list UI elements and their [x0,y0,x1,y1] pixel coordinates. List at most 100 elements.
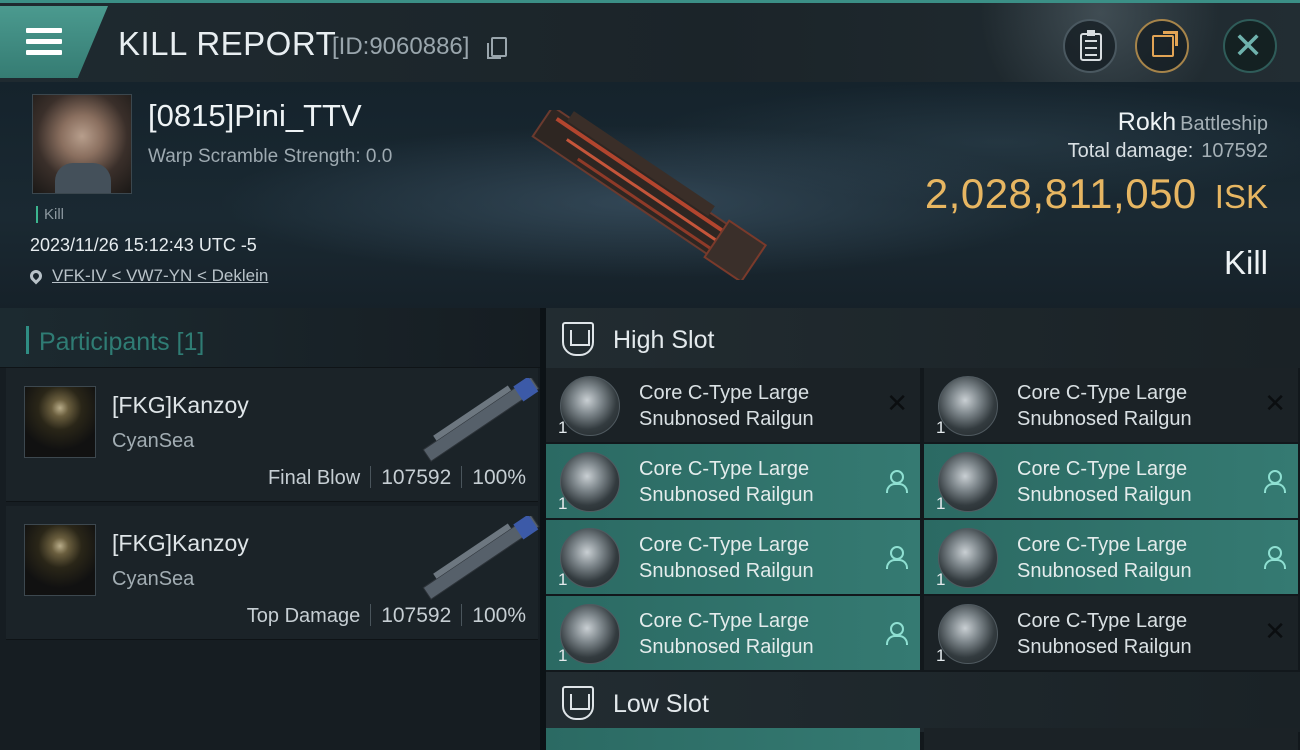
module-name-line1: Core C-Type Large [639,534,810,556]
module-name: Core C-Type Large Snubnosed Railgun [639,532,879,584]
participant-row[interactable]: [FKG]Kanzoy CyanSea Top Damage 107592 100% [6,506,540,640]
high-slot-module[interactable]: 1 Core C-Type Large Snubnosed Railgun [924,520,1298,594]
menu-icon [26,28,62,56]
ship-class: Battleship [1180,113,1268,135]
total-damage: Total damage: 107592 [1068,140,1268,163]
result-label: Kill [1223,244,1268,281]
victim-portrait[interactable] [32,94,132,194]
share-icon [1152,31,1178,57]
module-name: Core C-Type Large Snubnosed Railgun [1017,456,1257,508]
victim-name[interactable]: [0815]Pini_TTV [148,98,362,134]
high-slot-header: High Slot [546,308,1300,368]
railgun-icon [938,604,998,664]
location-pin-icon [27,267,45,285]
railgun-icon [938,376,998,436]
module-quantity: 1 [936,646,946,665]
low-slot-title: Low Slot [613,690,709,718]
participant-role: Top Damage [246,605,361,627]
participant-ship-icon [422,516,540,600]
module-name-line2: Snubnosed Railgun [1017,408,1192,430]
location-link[interactable]: VFK-IV < VW7-YN < Deklein [52,266,268,285]
participant-role: Final Blow [267,467,361,489]
railgun-icon [560,452,620,512]
module-name-line1: Core C-Type Large [639,458,810,480]
participants-header: Participants [1] [0,308,540,368]
destroyed-x-icon: ✕ [1264,388,1286,418]
participants-title: Participants [1] [39,328,205,356]
module-name-line2: Snubnosed Railgun [639,560,814,582]
copy-icon[interactable] [487,37,507,59]
total-damage-label: Total damage: [1067,140,1194,162]
railgun-icon [560,376,620,436]
low-slot-header: Low Slot [546,672,1300,732]
kill-timestamp: 2023/11/26 15:12:43 UTC -5 [30,235,257,255]
high-slot-module[interactable]: 1 Core C-Type Large Snubnosed Railgun [924,444,1298,518]
ship-render [531,110,768,280]
high-slot-icon [562,322,594,356]
module-name: Core C-Type Large Snubnosed Railgun [639,456,879,508]
participant-stats: Top Damage 107592 100% [247,604,526,628]
ship-type[interactable]: Rokh Battleship [1118,108,1268,137]
module-name-line1: Core C-Type Large [1017,534,1188,556]
isk-loss: 2,028,811,050 ISK [925,170,1268,218]
high-slot-module[interactable]: 1 Core C-Type Large Snubnosed Railgun [546,520,920,594]
low-slot-module-partial[interactable] [546,728,920,750]
module-name-line2: Snubnosed Railgun [1017,560,1192,582]
module-name-line1: Core C-Type Large [639,382,810,404]
railgun-icon [560,604,620,664]
participant-portrait[interactable] [24,386,96,458]
module-quantity: 1 [558,418,568,437]
module-quantity: 1 [558,570,568,589]
module-name: Core C-Type Large Snubnosed Railgun [639,380,879,432]
participant-damage: 107592 [381,466,452,489]
participant-damage: 107592 [381,604,452,627]
high-slot-module[interactable]: 1 Core C-Type Large Snubnosed Railgun ✕ [546,368,920,442]
high-slot-module[interactable]: 1 Core C-Type Large Snubnosed Railgun ✕ [924,368,1298,442]
close-button[interactable]: ✕ [1223,19,1277,73]
report-id: [ID:9060886] [332,33,470,60]
module-quantity: 1 [936,570,946,589]
module-name-line1: Core C-Type Large [1017,610,1188,632]
high-slot-title: High Slot [613,326,715,354]
low-slot-module-partial[interactable] [924,728,1298,750]
participant-percent: 100% [472,466,526,489]
fitting-panel: High Slot 1 Core C-Type Large Snubnosed Ra… [546,308,1300,750]
clipboard-button[interactable] [1063,19,1117,73]
module-quantity: 1 [558,494,568,513]
close-icon: ✕ [1233,25,1264,66]
railgun-icon [938,528,998,588]
module-name-line2: Snubnosed Railgun [1017,484,1192,506]
destroyed-x-icon: ✕ [1264,616,1286,646]
module-name: Core C-Type Large Snubnosed Railgun [1017,380,1257,432]
isk-value: 2,028,811,050 [924,170,1197,217]
participant-corp: CyanSea [112,430,195,452]
participant-ship-icon [422,378,540,462]
participant-stats: Final Blow 107592 100% [268,466,526,490]
module-name-line1: Core C-Type Large [639,610,810,632]
module-name: Core C-Type Large Snubnosed Railgun [1017,532,1257,584]
participant-name: [FKG]Kanzoy [112,392,249,418]
participant-percent: 100% [472,604,526,627]
high-slot-module[interactable]: 1 Core C-Type Large Snubnosed Railgun [546,596,920,670]
dropped-person-icon [1264,546,1286,569]
warp-scramble-strength: Warp Scramble Strength: 0.0 [148,146,393,167]
dropped-person-icon [1264,470,1286,493]
module-name-line1: Core C-Type Large [1017,458,1188,480]
share-button[interactable] [1135,19,1189,73]
dropped-person-icon [886,546,908,569]
module-quantity: 1 [558,646,568,665]
top-bar: KILL REPORT [ID:9060886] ✕ [0,0,1300,82]
high-slot-module[interactable]: 1 Core C-Type Large Snubnosed Railgun ✕ [924,596,1298,670]
ship-name: Rokh [1117,108,1177,136]
participant-row[interactable]: [FKG]Kanzoy CyanSea Final Blow 107592 100% [6,368,540,502]
destroyed-x-icon: ✕ [886,388,908,418]
high-slot-module[interactable]: 1 Core C-Type Large Snubnosed Railgun [546,444,920,518]
participant-portrait[interactable] [24,524,96,596]
module-name-line2: Snubnosed Railgun [639,408,814,430]
kill-location[interactable]: VFK-IV < VW7-YN < Deklein [27,266,268,286]
participants-panel: Participants [1] [FKG]Kanzoy CyanSea Fin… [0,308,540,750]
railgun-icon [938,452,998,512]
module-name-line2: Snubnosed Railgun [639,636,814,658]
clipboard-icon [1080,30,1102,61]
module-name-line2: Snubnosed Railgun [639,484,814,506]
